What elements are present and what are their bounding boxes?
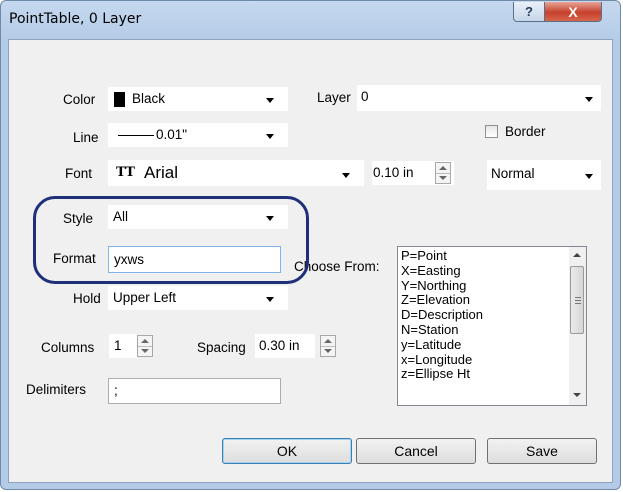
spin-down-icon	[439, 176, 447, 180]
spin-down-icon	[324, 349, 332, 353]
spacing-field[interactable]: 0.30 in	[255, 334, 315, 358]
spin-up-icon	[439, 166, 447, 170]
font-label: Font	[65, 166, 93, 181]
color-dropdown[interactable]: Black	[108, 87, 288, 111]
delimiters-label: Delimiters	[26, 382, 87, 397]
chevron-down-icon	[266, 98, 274, 103]
chevron-down-icon	[266, 297, 274, 302]
cancel-button[interactable]: Cancel	[356, 438, 476, 464]
spin-up-icon	[141, 339, 149, 343]
spin-up-icon	[324, 339, 332, 343]
layer-label: Layer	[317, 90, 351, 105]
list-item[interactable]: D=Description	[401, 307, 483, 323]
truetype-font-icon: TT	[116, 165, 135, 180]
layer-value: 0	[361, 89, 369, 104]
list-item[interactable]: Z=Elevation	[401, 293, 483, 308]
line-dropdown[interactable]: 0.01"	[108, 123, 288, 147]
dialog-body: Color Black Layer 0 Line 0.01" Border Fo…	[8, 39, 613, 483]
list-item[interactable]: z=Ellipse Ht	[401, 367, 483, 382]
help-icon: ?	[525, 4, 533, 19]
close-button[interactable]: X	[544, 2, 602, 22]
list-scrollbar[interactable]	[569, 247, 586, 405]
color-value: Black	[132, 91, 166, 106]
save-button[interactable]: Save	[487, 438, 597, 464]
line-value: 0.01"	[156, 127, 188, 142]
delimiters-input[interactable]: ;	[108, 378, 281, 404]
choose-from-list[interactable]: P=Point X=Easting Y=Northing Z=Elevation…	[397, 246, 587, 406]
help-button[interactable]: ?	[513, 2, 545, 22]
line-sample	[118, 135, 154, 136]
spacing-spinner[interactable]	[320, 335, 336, 357]
scroll-down-icon[interactable]	[573, 393, 581, 397]
dialog-window: PointTable, 0 Layer ? X Color Black Laye…	[0, 0, 621, 490]
list-item[interactable]: x=Longitude	[401, 352, 483, 368]
color-swatch	[114, 92, 125, 107]
columns-spinner[interactable]	[137, 335, 153, 357]
hold-value: Upper Left	[113, 290, 177, 305]
list-item[interactable]: P=Point	[401, 248, 483, 264]
hold-dropdown[interactable]: Upper Left	[108, 286, 288, 310]
list-item[interactable]: X=Easting	[401, 263, 483, 279]
font-weight-dropdown[interactable]: Normal	[487, 160, 601, 190]
scroll-up-icon[interactable]	[573, 253, 581, 257]
choose-from-items: P=Point X=Easting Y=Northing Z=Elevation…	[401, 248, 483, 382]
font-dropdown[interactable]: TT Arial	[108, 160, 364, 186]
color-label: Color	[63, 92, 96, 107]
list-item[interactable]: Y=Northing	[401, 278, 483, 294]
scroll-thumb[interactable]	[570, 266, 584, 334]
chevron-down-icon	[342, 173, 350, 178]
line-label: Line	[73, 130, 99, 145]
ok-button[interactable]: OK	[222, 438, 352, 464]
chevron-down-icon	[585, 174, 593, 179]
spacing-value: 0.30 in	[259, 338, 300, 353]
list-item[interactable]: N=Station	[401, 322, 483, 338]
annotation-highlight	[33, 196, 309, 284]
columns-field[interactable]: 1	[109, 334, 137, 358]
layer-dropdown[interactable]: 0	[357, 85, 601, 111]
list-item[interactable]: y=Latitude	[401, 337, 483, 353]
spin-down-icon	[141, 349, 149, 353]
close-icon: X	[568, 3, 578, 20]
delimiters-value: ;	[114, 383, 118, 398]
font-value: Arial	[144, 163, 179, 182]
spacing-label: Spacing	[197, 340, 246, 355]
font-size-spinner[interactable]	[435, 162, 451, 184]
border-label: Border	[505, 124, 546, 139]
hold-label: Hold	[73, 291, 101, 306]
title-bar[interactable]: PointTable, 0 Layer ? X	[1, 1, 620, 39]
chevron-down-icon	[585, 97, 593, 102]
columns-value: 1	[114, 338, 122, 353]
font-weight-value: Normal	[491, 166, 535, 181]
font-size-value: 0.10 in	[373, 165, 414, 180]
border-checkbox[interactable]	[485, 125, 498, 138]
chevron-down-icon	[266, 134, 274, 139]
window-title: PointTable, 0 Layer	[9, 11, 142, 27]
columns-label: Columns	[41, 340, 95, 355]
